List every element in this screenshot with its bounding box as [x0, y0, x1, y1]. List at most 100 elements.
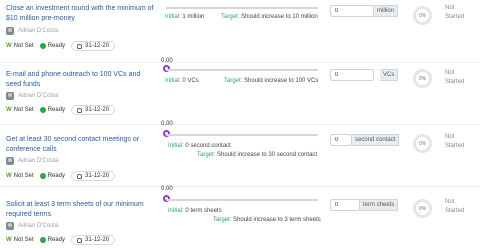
progress-gauge: 0% — [413, 134, 432, 153]
initial-amount: 0 VCs — [182, 78, 199, 84]
status-dot-icon — [39, 107, 46, 113]
status-label: Not Started — [445, 199, 465, 214]
current-value-input[interactable] — [330, 134, 352, 146]
owner-name: Adrian D'Costa — [18, 158, 59, 164]
unit-label: term sheets — [360, 199, 399, 211]
initial-amount: 0 second contact — [185, 143, 231, 149]
ready-status[interactable]: Ready — [39, 237, 66, 243]
avatar — [6, 92, 14, 100]
row-meta: W Not Set Ready 31-12-20 — [6, 171, 116, 181]
progress-gauge: 0% — [413, 199, 432, 218]
owner: Adrian D'Costa — [6, 157, 58, 165]
target-amount: Should increase to 30 second contact — [217, 152, 318, 158]
weight-value: Not Set — [13, 237, 34, 243]
initial-label: Initial: — [168, 143, 184, 149]
progress-percent: 0% — [418, 12, 427, 19]
key-result-row: 0.00 E-mail and phone outreach to 100 VC… — [0, 58, 480, 124]
weight-label: W — [6, 173, 12, 179]
target-label: Target: — [221, 14, 240, 20]
key-result-title[interactable]: Solicit at least 3 term sheets of our mi… — [6, 200, 156, 220]
key-result-title[interactable]: E-mail and phone outreach to 100 VCs and… — [6, 70, 156, 90]
target-label: Target: — [213, 217, 232, 223]
progress-percent: 0% — [418, 75, 427, 82]
target-value: Target: Should increase to 30 second con… — [197, 152, 317, 158]
key-result-row: 0.00 Solicit at least 3 term sheets of o… — [0, 186, 480, 248]
status-label: Not Started — [445, 134, 465, 149]
due-date-chip[interactable]: 31-12-20 — [71, 41, 116, 51]
weight-status[interactable]: W Not Set — [6, 173, 34, 179]
due-date: 31-12-20 — [85, 43, 110, 49]
owner-name: Adrian D'Costa — [18, 93, 59, 99]
status-dot-icon — [39, 43, 46, 49]
due-date-chip[interactable]: 31-12-20 — [71, 171, 116, 181]
current-value-input[interactable] — [330, 69, 374, 81]
weight-value: Not Set — [13, 43, 34, 49]
target-amount: Should increase to 100 VCs — [244, 78, 319, 84]
progress-slider-track[interactable] — [166, 69, 318, 71]
slider-value-tooltip: 0.00 — [161, 121, 173, 127]
target-amount: Should increase to 3 term sheets — [233, 217, 321, 223]
current-value-input[interactable] — [330, 199, 360, 211]
status-label: Not Started — [445, 5, 465, 20]
ready-label: Ready — [47, 43, 66, 49]
row-meta: W Not Set Ready 31-12-20 — [6, 41, 116, 51]
progress-gauge: 0% — [413, 6, 432, 25]
unit-label: second contact — [352, 134, 400, 146]
unit-label: million — [374, 5, 399, 17]
progress-gauge: 0% — [413, 69, 432, 88]
ready-status[interactable]: Ready — [39, 107, 66, 113]
initial-value: Initial: 0 VCs — [165, 78, 199, 84]
due-date-chip[interactable]: 31-12-20 — [71, 105, 116, 115]
slider-value-tooltip: 0.00 — [161, 58, 173, 64]
initial-label: Initial: — [168, 208, 184, 214]
owner: Adrian D'Costa — [6, 92, 58, 100]
key-result-title[interactable]: Get at least 30 second contact meetings … — [6, 135, 156, 155]
bell-icon — [77, 173, 83, 179]
progress-slider-track[interactable] — [166, 7, 318, 9]
target-value: Target: Should increase to 3 term sheets — [213, 217, 321, 223]
row-meta: W Not Set Ready 31-12-20 — [6, 105, 116, 115]
initial-value: Initial: 0 second contact — [168, 143, 231, 149]
ready-label: Ready — [47, 237, 66, 243]
weight-label: W — [6, 237, 12, 243]
initial-value: Initial: 0 term sheets — [168, 208, 222, 214]
weight-label: W — [6, 107, 12, 113]
progress-slider-track[interactable] — [166, 134, 318, 136]
ready-status[interactable]: Ready — [39, 173, 65, 179]
ready-status[interactable]: Ready — [39, 43, 66, 49]
initial-label: Initial: — [165, 78, 181, 84]
due-date: 31-12-20 — [85, 173, 110, 179]
avatar — [6, 27, 14, 35]
target-value: Target: Should increase to 10 million — [221, 14, 318, 20]
due-date-chip[interactable]: 31-12-20 — [71, 235, 116, 245]
target-value: Target: Should increase to 100 VCs — [224, 78, 318, 84]
status-dot-icon — [39, 173, 46, 179]
bell-icon — [77, 107, 83, 113]
weight-label: W — [6, 43, 12, 49]
due-date: 31-12-20 — [85, 107, 110, 113]
avatar — [6, 222, 14, 230]
key-result-row: 0.00 Get at least 30 second contact meet… — [0, 121, 480, 186]
row-meta: W Not Set Ready 31-12-20 — [6, 235, 116, 245]
initial-amount: 0 term sheets — [185, 208, 222, 214]
key-result-row: Close an investment round with the minim… — [0, 0, 480, 62]
weight-status[interactable]: W Not Set — [6, 43, 34, 49]
initial-label: Initial: — [165, 14, 181, 20]
status-label: Not Started — [445, 70, 465, 85]
owner: Adrian D'Costa — [6, 222, 58, 230]
initial-amount: 1 million — [182, 14, 205, 20]
current-value-input[interactable] — [330, 5, 374, 17]
slider-value-tooltip: 0.00 — [161, 186, 173, 192]
weight-status[interactable]: W Not Set — [6, 237, 34, 243]
progress-percent: 0% — [418, 140, 427, 147]
owner: Adrian D'Costa — [6, 27, 58, 35]
ready-label: Ready — [47, 107, 66, 113]
avatar — [6, 157, 14, 165]
progress-percent: 0% — [418, 205, 427, 212]
weight-status[interactable]: W Not Set — [6, 107, 34, 113]
progress-slider-track[interactable] — [166, 199, 318, 201]
owner-name: Adrian D'Costa — [18, 28, 59, 34]
key-result-title[interactable]: Close an investment round with the minim… — [6, 4, 156, 24]
weight-value: Not Set — [13, 173, 34, 179]
status-dot-icon — [39, 237, 46, 243]
